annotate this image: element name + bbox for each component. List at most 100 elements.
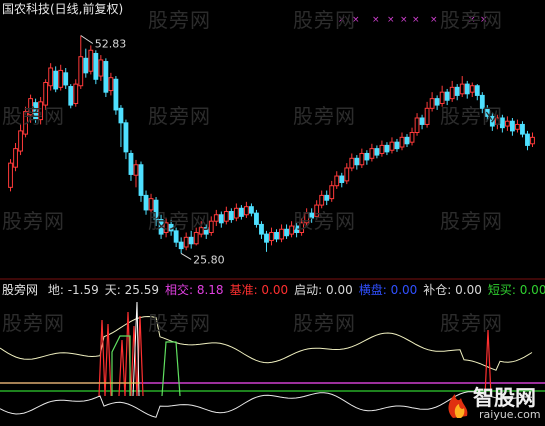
candle-body bbox=[379, 144, 385, 154]
candle-body bbox=[469, 85, 475, 93]
candle-body bbox=[504, 120, 510, 127]
candle-body bbox=[213, 214, 219, 222]
watermark: 股旁网 bbox=[148, 104, 211, 128]
watermark: 股旁网 bbox=[148, 8, 211, 32]
candle-body bbox=[13, 148, 18, 168]
candle-body bbox=[259, 223, 264, 235]
low-price-label: 25.80 bbox=[193, 253, 225, 266]
candle-body bbox=[193, 231, 199, 245]
watermark: 股旁网 bbox=[440, 104, 503, 128]
candle-body bbox=[103, 61, 109, 93]
candle-body bbox=[68, 86, 74, 106]
indicator-prefix: 股旁网 bbox=[2, 283, 39, 297]
watermark: 股旁网 bbox=[2, 209, 65, 233]
candle-body bbox=[384, 144, 390, 153]
candle-body bbox=[510, 120, 515, 132]
candle-body bbox=[419, 117, 425, 125]
candle-body bbox=[243, 206, 249, 216]
candle-body bbox=[254, 212, 259, 225]
watermark: 股旁网 bbox=[148, 209, 211, 233]
green-signal bbox=[161, 341, 181, 397]
watermark: 股旁网 bbox=[293, 8, 356, 32]
candle-body bbox=[108, 77, 114, 92]
candle-body bbox=[520, 123, 525, 135]
indicator-items: 地: -1.59 天: 25.59 相交: 8.18 基准: 0.00 启动: 0.00… bbox=[42, 283, 545, 297]
indicator-header: 股旁网 地: -1.59 天: 25.59 相交: 8.18 基准: 0.00 启动: … bbox=[2, 283, 545, 297]
candle-body bbox=[409, 132, 415, 143]
candle-body bbox=[113, 78, 119, 111]
candle-body bbox=[354, 157, 360, 166]
candle-body bbox=[128, 152, 134, 175]
red-spike bbox=[98, 319, 106, 397]
indicator-item: 启动: 0.00 bbox=[294, 283, 353, 297]
candle-body bbox=[424, 107, 430, 125]
candle-body bbox=[18, 130, 23, 152]
candle-body bbox=[233, 207, 239, 219]
candle-body bbox=[53, 70, 59, 90]
watermark: 股旁网 bbox=[2, 104, 65, 128]
candle-body bbox=[284, 228, 289, 237]
candle-body bbox=[188, 236, 194, 245]
watermark: 股旁网 bbox=[148, 311, 211, 335]
candle-body bbox=[364, 152, 370, 161]
watermark: 股旁网 bbox=[440, 209, 503, 233]
low-pointer bbox=[180, 253, 192, 260]
candle-body bbox=[178, 241, 184, 250]
watermark: 股旁网 bbox=[440, 8, 503, 32]
candle-body bbox=[8, 162, 13, 188]
candle-body bbox=[414, 117, 420, 134]
brand-logo: 智股网 raiyue.com bbox=[443, 382, 541, 422]
candle-body bbox=[63, 72, 69, 86]
candle-body bbox=[525, 133, 530, 146]
candle-body bbox=[264, 233, 269, 243]
signal-marker: × bbox=[412, 15, 420, 25]
candle-body bbox=[269, 231, 274, 242]
candle-body bbox=[324, 194, 330, 201]
candle-body bbox=[464, 83, 470, 95]
candle-body bbox=[218, 214, 224, 224]
watermark: 股旁网 bbox=[440, 311, 503, 335]
candle-body bbox=[183, 236, 189, 248]
red-spike bbox=[118, 339, 126, 397]
candle-body bbox=[73, 83, 79, 104]
candle-body bbox=[249, 206, 254, 214]
candle-body bbox=[399, 136, 405, 148]
candle-body bbox=[515, 123, 520, 130]
logo-url: raiyue.com bbox=[479, 408, 541, 421]
high-price-label: 52.83 bbox=[95, 37, 127, 50]
candle-body bbox=[223, 211, 229, 222]
candle-body bbox=[369, 148, 375, 159]
candle-body bbox=[349, 157, 355, 169]
indicator-item: 短买: 0.00 bbox=[487, 283, 545, 297]
candle-body bbox=[319, 194, 325, 206]
candle-body bbox=[344, 167, 350, 182]
candle-body bbox=[454, 86, 460, 96]
candle-body bbox=[334, 175, 340, 187]
candle-body bbox=[389, 141, 395, 151]
candle-body bbox=[88, 49, 94, 72]
signal-marker: × bbox=[387, 15, 395, 25]
signal-marker: × bbox=[400, 15, 408, 25]
indicator-item: 地: -1.59 bbox=[47, 283, 99, 297]
watermark: 股旁网 bbox=[293, 104, 356, 128]
indicator-item: 横盘: 0.00 bbox=[358, 283, 418, 297]
signal-marker: × bbox=[430, 15, 438, 25]
candle-body bbox=[138, 164, 144, 196]
candle-body bbox=[434, 98, 440, 106]
candle-body bbox=[459, 83, 465, 95]
candle-body bbox=[83, 57, 89, 74]
candle-body bbox=[530, 136, 535, 145]
candle-body bbox=[98, 59, 104, 77]
candle-body bbox=[238, 207, 244, 217]
indicator-item: 天: 25.59 bbox=[104, 283, 159, 297]
candle-body bbox=[48, 67, 54, 87]
candle-body bbox=[394, 141, 400, 150]
candle-body bbox=[78, 56, 84, 87]
candle-body bbox=[429, 98, 435, 109]
candle-body bbox=[449, 86, 455, 100]
candle-body bbox=[339, 175, 345, 183]
candle-body bbox=[274, 231, 279, 240]
indicator-item: 补仓: 0.00 bbox=[423, 283, 482, 297]
candle-body bbox=[404, 136, 410, 145]
signal-marker: × bbox=[372, 15, 380, 25]
